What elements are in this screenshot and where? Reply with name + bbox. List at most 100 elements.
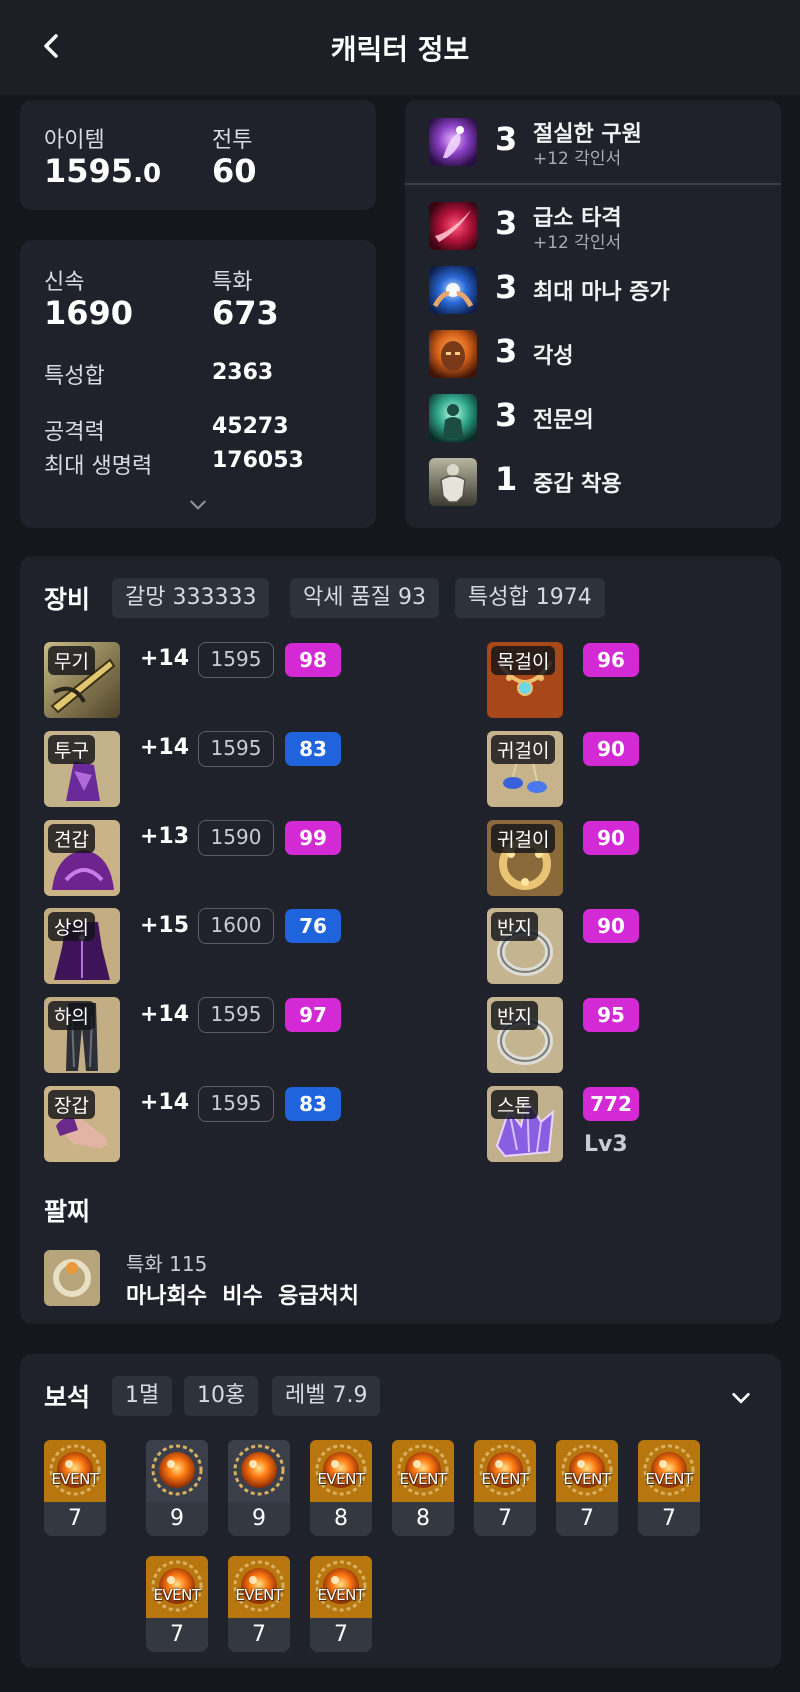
engraving-row[interactable]: 1 중갑 착용 [405,452,781,512]
engraving-row[interactable]: 3 급소 타격 +12 각인서 [405,196,781,256]
slot-label: 투구 [48,735,95,764]
ring-icon: 반지 [487,908,563,984]
stats-card: 신속 1690 특화 673 특성합 2363 공격력 45273 최대 생명력… [20,240,376,528]
engraving-row[interactable]: 3 절실한 구원 +12 각인서 [405,112,781,172]
slot-label: 견갑 [48,824,95,853]
quality-badge: 90 [583,732,639,766]
engraving-level: 3 [495,204,518,242]
quality-badge: 99 [285,821,341,855]
item-level-box: 1595 [198,731,274,767]
gems-title: 보석 [44,1383,91,1412]
honing-level: +15 [140,913,190,938]
engraving-level: 1 [495,460,518,498]
mana-hands-icon [429,266,477,314]
bracelet-effects: 마나회수 비수 응급처치 [126,1284,360,1309]
healer-figure-icon [429,394,477,442]
slot-label: 목걸이 [491,646,556,675]
engraving-book: +12 각인서 [533,233,622,253]
engravings-card: 3 절실한 구원 +12 각인서 3 급소 타격 +12 각인서 3 최대 마나… [405,100,781,528]
earring-icon: 귀걸이 [487,820,563,896]
ability-stone-icon: 스톤 [487,1086,563,1162]
quality-badge: 96 [583,643,639,677]
swiftness-label: 신속 [44,270,85,295]
awakened-face-icon [429,330,477,378]
slot-label: 하의 [48,1001,95,1030]
earring-icon: 귀걸이 [487,731,563,807]
gem-slot[interactable]: 9 [228,1440,290,1536]
combat-level-label: 전투 [212,128,253,153]
slot-label: 귀걸이 [491,824,556,853]
item-level-box: 1590 [198,820,274,856]
engraving-name: 각성 [533,344,574,369]
gem-slot[interactable]: EVENT 8 [392,1440,454,1536]
specialization-value: 673 [212,294,279,332]
equipment-title: 장비 [44,585,91,614]
honing-level: +14 [140,735,190,760]
top-bar: 캐릭터 정보 [0,0,800,95]
slash-strike-icon [429,202,477,250]
stat-total-label: 특성합 [44,364,105,389]
equipment-chip-stat-total: 특성합 1974 [455,578,605,618]
gem-slot[interactable]: EVENT 7 [474,1440,536,1536]
honing-level: +13 [140,824,190,849]
slot-label: 반지 [491,1001,538,1030]
engraving-row[interactable]: 3 최대 마나 증가 [405,260,781,320]
equipment-card: 장비 갈망 333333 악세 품질 93 특성합 1974 무기 +14 15… [20,556,781,1324]
gem-slot[interactable]: EVENT 7 [146,1556,208,1652]
chevron-down-icon[interactable] [188,498,208,512]
event-label: EVENT [645,1470,693,1488]
gem-level: 7 [44,1502,106,1536]
engraving-level: 3 [495,268,518,306]
item-level-label: 아이템 [44,128,105,153]
engraving-level: 3 [495,120,518,158]
gem-level: 7 [556,1502,618,1536]
helmet-icon: 투구 [44,731,120,807]
gem-slot[interactable]: EVENT 7 [44,1440,106,1536]
gem-slot[interactable]: EVENT 7 [638,1440,700,1536]
quality-badge: 97 [285,998,341,1032]
gems-card: 보석 1멸 10홍 레벨 7.9 EVENT 7 9 9 EVENT 8 EVENT 8 EVE… [20,1354,781,1668]
engraving-row[interactable]: 3 각성 [405,324,781,384]
chevron-down-icon[interactable] [730,1390,752,1406]
gem-level: 7 [638,1502,700,1536]
stone-level: Lv3 [584,1132,628,1157]
gem-slot[interactable]: EVENT 7 [228,1556,290,1652]
event-label: EVENT [563,1470,611,1488]
item-level-card: 아이템 1595.0 전투 60 [20,100,376,210]
gem-slot[interactable]: EVENT 8 [310,1440,372,1536]
quality-badge: 90 [583,909,639,943]
event-label: EVENT [399,1470,447,1488]
engraving-level: 3 [495,396,518,434]
weapon-icon: 무기 [44,642,120,718]
gem-level: 7 [146,1618,208,1652]
attack-power-value: 45273 [212,414,289,439]
event-label: EVENT [317,1586,365,1604]
item-level-value: 1595.0 [44,152,162,190]
equipment-chip-elixir: 갈망 333333 [112,578,270,618]
quality-badge: 90 [583,821,639,855]
event-label: EVENT [481,1470,529,1488]
gem-slot[interactable]: 9 [146,1440,208,1536]
equipment-chip-accessory-quality: 악세 품질 93 [290,578,439,618]
attack-power-label: 공격력 [44,420,105,445]
gloves-icon: 장갑 [44,1086,120,1162]
gem-slot[interactable]: EVENT 7 [556,1440,618,1536]
engraving-name: 중갑 착용 [533,472,622,497]
event-label: EVENT [317,1470,365,1488]
engraving-row[interactable]: 3 전문의 [405,388,781,448]
gem-slot[interactable]: EVENT 7 [310,1556,372,1652]
max-hp-label: 최대 생명력 [44,454,153,479]
gem-level: 7 [474,1502,536,1536]
gem-icon [146,1440,208,1502]
item-level-box: 1600 [198,908,274,944]
engraving-name: 최대 마나 증가 [533,280,670,305]
gem-level: 8 [392,1502,454,1536]
gems-chip-annihilation: 1멸 [112,1376,173,1416]
bracelet-icon [44,1250,100,1306]
chest-icon: 상의 [44,908,120,984]
quality-badge: 83 [285,732,341,766]
engraving-level: 3 [495,332,518,370]
swiftness-value: 1690 [44,294,134,332]
bracelet-stat: 특화 115 [126,1252,208,1276]
gem-level: 9 [228,1502,290,1536]
